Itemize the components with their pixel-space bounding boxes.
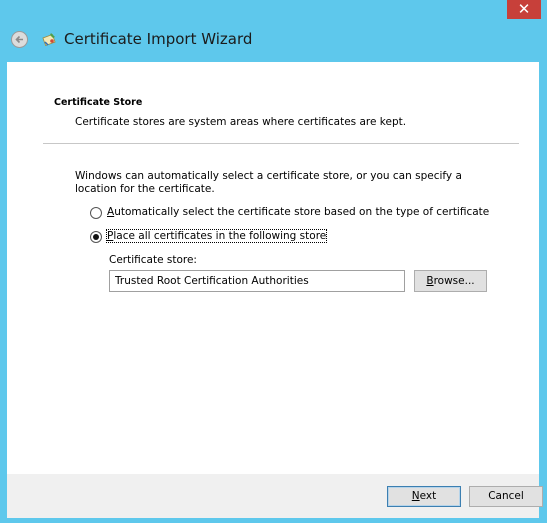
auto-select-radio[interactable] (90, 207, 102, 219)
wizard-header: Certificate Import Wizard (0, 20, 547, 62)
next-button[interactable]: Next (387, 486, 461, 507)
back-arrow-icon[interactable] (11, 31, 28, 48)
place-in-store-label[interactable]: Place all certificates in the following … (105, 229, 328, 243)
wizard-content-panel: Certificate Store Certificate stores are… (7, 62, 539, 474)
place-in-store-radio[interactable] (90, 231, 102, 243)
certificate-store-field[interactable] (109, 270, 405, 292)
cancel-button[interactable]: Cancel (469, 486, 543, 507)
wizard-title: Certificate Import Wizard (64, 30, 253, 48)
certificate-wizard-icon (42, 31, 58, 47)
intro-text: Windows can automatically select a certi… (75, 170, 462, 195)
auto-select-label[interactable]: Automatically select the certificate sto… (107, 206, 489, 218)
certificate-store-label: Certificate store: (109, 254, 197, 266)
certificate-import-wizard-window: ✕ Certificate Import Wizard Certificate … (0, 0, 547, 523)
browse-button[interactable]: Browse... (414, 270, 487, 292)
wizard-footer: Next Cancel (7, 474, 543, 518)
section-title: Certificate Store (54, 97, 143, 108)
section-description: Certificate stores are system areas wher… (75, 116, 407, 128)
header-divider (43, 143, 519, 144)
close-button[interactable]: ✕ (507, 0, 541, 19)
